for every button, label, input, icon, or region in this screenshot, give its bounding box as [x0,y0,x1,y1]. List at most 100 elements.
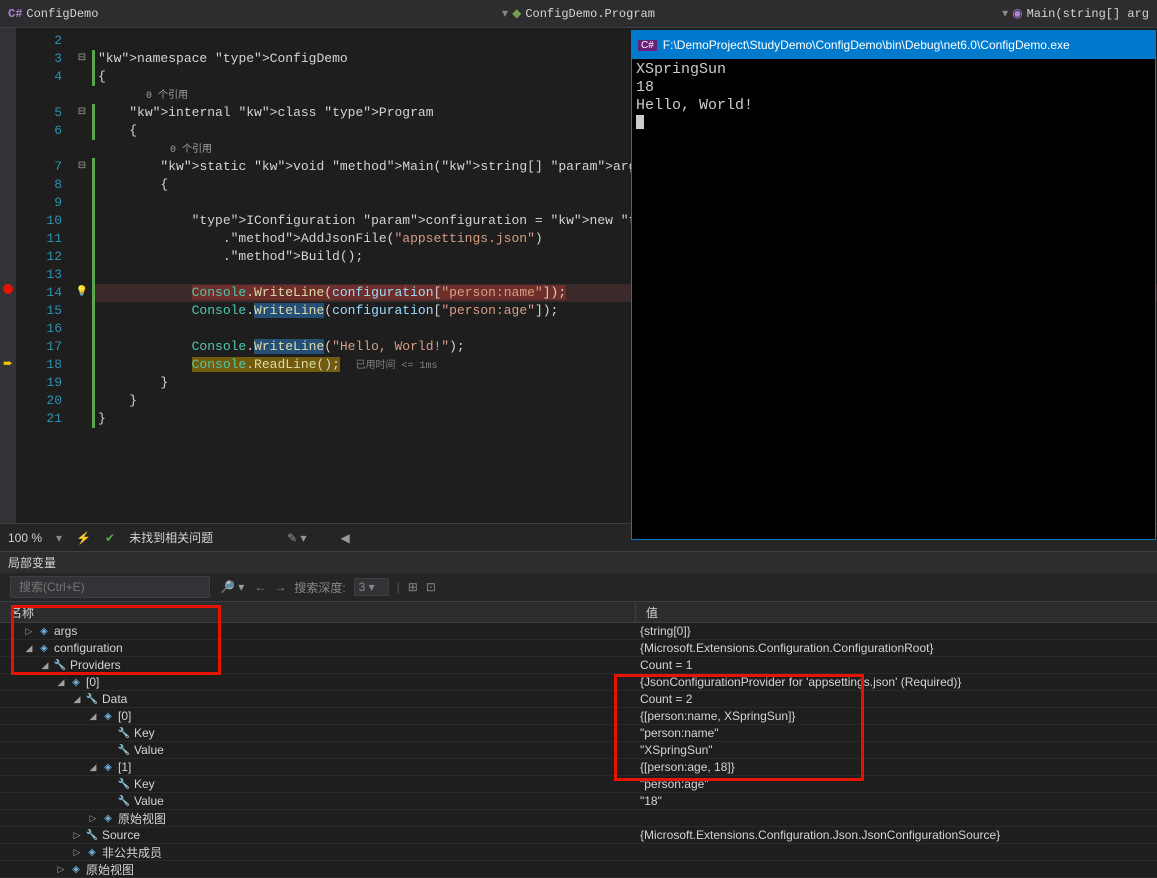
tool-icon-2[interactable]: ⊡ [426,580,436,594]
left-arrow-icon[interactable]: ◀ [341,531,350,545]
var-name: Data [102,692,127,706]
column-name-header[interactable]: 名称 [0,602,636,622]
expander-icon[interactable]: ◢ [88,762,98,773]
search-icon[interactable]: 🔎 ▾ [220,580,244,594]
titlebar: C# ConfigDemo ▾ ◆ ConfigDemo.Program ▾ ◉… [0,0,1157,28]
var-value: {Microsoft.Extensions.Configuration.Conf… [636,641,1157,655]
expander-icon[interactable]: ◢ [24,643,34,654]
var-value: {string[0]} [636,624,1157,638]
console-app-icon: C# [638,40,657,51]
tree-row[interactable]: 🔧Value"XSpringSun" [0,742,1157,759]
console-title-text: F:\DemoProject\StudyDemo\ConfigDemo\bin\… [663,38,1070,52]
dropdown-icon[interactable]: ▾ [56,531,62,545]
var-name: 非公共成员 [102,844,162,861]
var-value: "person:name" [636,726,1157,740]
var-name: [0] [118,709,131,723]
expander-icon[interactable]: ▷ [72,830,82,841]
var-value: Count = 2 [636,692,1157,706]
tree-row[interactable]: ◢◈[0] {JsonConfigurationProvider for 'app… [0,674,1157,691]
tree-row[interactable]: ◢🔧Data Count = 2 [0,691,1157,708]
var-value: Count = 1 [636,658,1157,672]
down-arrow-icon: ▾ [1002,6,1008,21]
var-value: {[person:age, 18]} [636,760,1157,774]
zoom-level[interactable]: 100 % [8,531,42,545]
var-name: Key [134,726,155,740]
expander-icon[interactable]: ◢ [56,677,66,688]
tree-row[interactable]: ◢◈[0] {[person:name, XSpringSun]} [0,708,1157,725]
panel-title-text: 局部变量 [8,556,56,570]
console-window[interactable]: C# F:\DemoProject\StudyDemo\ConfigDemo\b… [631,30,1156,540]
down-arrow-icon: ▾ [502,6,508,21]
cube-icon: ◈ [37,625,51,637]
var-value: {JsonConfigurationProvider for 'appsetti… [636,675,1157,689]
expander-icon[interactable]: ▷ [88,813,98,824]
breadcrumb-class: ConfigDemo.Program [525,7,655,21]
var-value: "person:age" [636,777,1157,791]
tree-row[interactable]: ▷◈原始视图 [0,861,1157,878]
tree-row[interactable]: ▷◈args{string[0]} [0,623,1157,640]
console-titlebar[interactable]: C# F:\DemoProject\StudyDemo\ConfigDemo\b… [632,31,1155,59]
locals-panel-title: 局部变量 [0,551,1157,573]
var-value: "XSpringSun" [636,743,1157,757]
console-output: XSpringSun18Hello, World! [632,59,1155,137]
csharp-file-icon: C# [8,7,22,21]
class-icon: ◆ [512,6,521,21]
cube-icon: ◈ [37,642,51,654]
nav-next-icon[interactable]: → [274,580,286,594]
var-value: {[person:name, XSpringSun]} [636,709,1157,723]
bolt-icon[interactable]: ⚡ [76,531,91,545]
var-name: Key [134,777,155,791]
column-value-header[interactable]: 值 [636,602,1157,622]
var-value: "18" [636,794,1157,808]
var-name: configuration [54,641,123,655]
expander-icon[interactable]: ▷ [24,626,34,637]
wrench-icon: 🔧 [85,693,99,705]
tree-row[interactable]: ▷◈原始视图 [0,810,1157,827]
brush-icon[interactable]: ✎ ▾ [287,531,306,545]
expander-icon[interactable]: ◢ [72,694,82,705]
cube-icon: ◈ [69,863,83,875]
tree-row[interactable]: ◢◈configuration {Microsoft.Extensions.Con… [0,640,1157,657]
breadcrumb-center[interactable]: ▾ ◆ ConfigDemo.Program [502,6,655,21]
breadcrumb-method: Main(string[] arg [1027,7,1149,21]
issues-text[interactable]: 未找到相关问题 [129,529,213,546]
cube-icon: ◈ [69,676,83,688]
tree-row[interactable]: 🔧Value"18" [0,793,1157,810]
breakpoint-gutter[interactable]: ➨ [0,28,16,523]
search-input[interactable] [10,576,210,598]
tree-row[interactable]: ▷🔧Source{Microsoft.Extensions.Configurat… [0,827,1157,844]
wrench-icon: 🔧 [117,778,131,790]
tree-row[interactable]: ◢◈[1]{[person:age, 18]} [0,759,1157,776]
tool-icon-1[interactable]: ⊞ [408,580,418,594]
locals-grid-header: 名称 值 [0,601,1157,623]
cube-icon: ◈ [101,761,115,773]
ok-check-icon: ✔ [105,531,115,545]
expander-icon[interactable]: ▷ [56,864,66,875]
expander-icon[interactable]: ▷ [72,847,82,858]
depth-value[interactable]: 3 [359,580,366,594]
expander-icon[interactable]: ◢ [40,660,50,671]
fold-column[interactable]: ⊟⊟⊟💡 [72,28,92,523]
cube-icon: ◈ [101,710,115,722]
tree-row[interactable]: 🔧Key "person:name" [0,725,1157,742]
wrench-icon: 🔧 [85,829,99,841]
method-icon: ◉ [1012,6,1022,21]
wrench-icon: 🔧 [117,744,131,756]
nav-prev-icon[interactable]: ← [254,580,266,594]
cube-icon: ◈ [101,812,115,824]
var-name: 原始视图 [118,810,166,827]
tree-row[interactable]: ◢🔧Providers Count = 1 [0,657,1157,674]
var-name: Providers [70,658,121,672]
wrench-icon: 🔧 [117,727,131,739]
wrench-icon: 🔧 [53,659,67,671]
breadcrumb-right[interactable]: ▾ ◉ Main(string[] arg [1002,6,1149,21]
depth-label: 搜索深度: [294,579,345,596]
tree-row[interactable]: ▷◈非公共成员 [0,844,1157,861]
file-tab[interactable]: C# ConfigDemo [8,7,98,21]
tree-row[interactable]: 🔧Key "person:age" [0,776,1157,793]
expander-icon[interactable]: ◢ [88,711,98,722]
filename: ConfigDemo [26,7,98,21]
var-name: 原始视图 [86,861,134,878]
var-name: Value [134,794,164,808]
var-name: [0] [86,675,99,689]
